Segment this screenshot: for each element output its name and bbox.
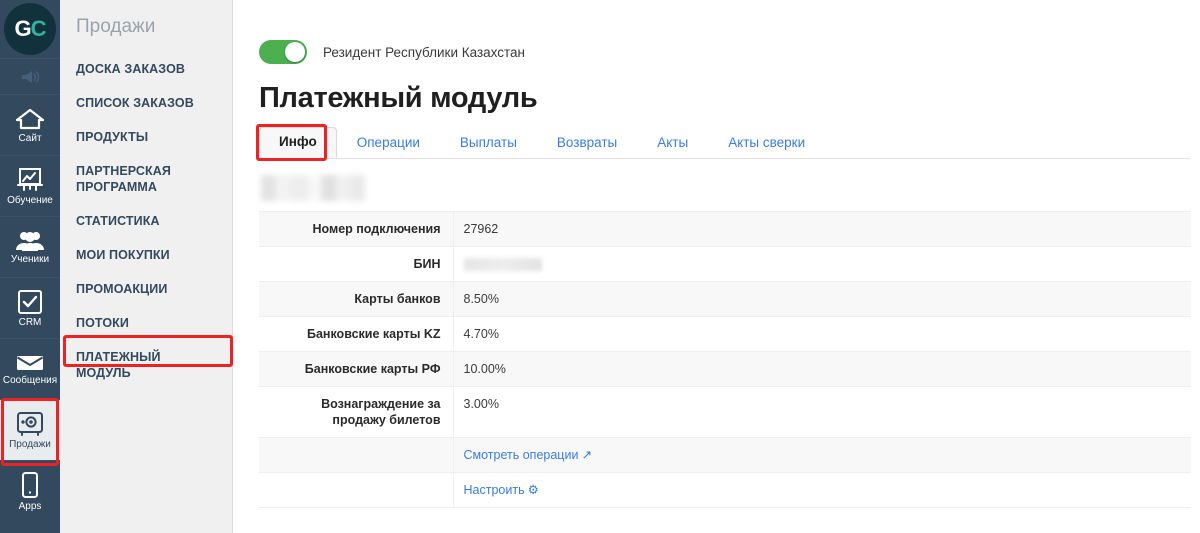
table-row: Карты банков 8.50% [259,281,1191,317]
resident-toggle[interactable] [259,40,307,64]
rail-item-students[interactable]: Ученики [0,216,60,277]
megaphone-icon [19,69,41,85]
table-row: Банковские карты РФ 10.00% [259,351,1191,387]
row-key: Вознаграждение за продажу билетов [259,386,454,438]
logo-letter-c: C [30,16,47,41]
envelope-icon [15,353,45,373]
rail-label-sales: Продажи [9,438,51,450]
row-key-empty [259,437,454,473]
checkbox-icon [17,289,43,315]
view-operations-link[interactable]: Смотреть операции ↗︎ [464,448,592,462]
row-key-empty [259,472,454,508]
rail-item-crm[interactable]: CRM [0,277,60,338]
resident-toggle-label: Резидент Республики Казахстан [323,44,526,60]
sidebar-item-statistics[interactable]: СТАТИСТИКА [60,204,232,238]
table-row: Номер подключения 27962 [259,211,1191,247]
sidebar-item-order-list[interactable]: СПИСОК ЗАКАЗОВ [60,86,232,120]
primary-icon-rail: GC Сайт Обучение Ученики CRM Сообщения П… [0,0,60,533]
rail-item-sales[interactable]: Продажи [0,399,60,460]
rail-label-apps: Apps [18,500,42,512]
home-icon [15,107,45,131]
sidebar-item-order-board[interactable]: ДОСКА ЗАКАЗОВ [60,52,232,86]
secondary-sidebar: Продажи ДОСКА ЗАКАЗОВ СПИСОК ЗАКАЗОВ ПРО… [60,0,233,533]
payment-info-table: Номер подключения 27962 БИН Карты банков… [259,211,1191,508]
sidebar-item-partner-program[interactable]: ПАРТНЕРСКАЯ ПРОГРАММА [60,154,232,204]
view-operations-label: Смотреть операции [463,448,579,462]
sidebar-item-my-purchases[interactable]: МОИ ПОКУПКИ [60,238,232,272]
table-row: БИН [259,246,1191,282]
row-value: 3.00% [463,397,499,411]
sidebar-item-flows[interactable]: ПОТОКИ [60,306,232,340]
row-value: 27962 [463,222,499,236]
logo-letter-g: G [14,16,31,41]
tab-refunds[interactable]: Возвраты [537,128,637,158]
row-key: Номер подключения [259,211,454,247]
rail-item-apps[interactable]: Apps [0,460,60,521]
tab-payouts[interactable]: Выплаты [440,128,537,158]
rail-item-site[interactable]: Сайт [0,94,60,155]
app-root: GC Сайт Обучение Ученики CRM Сообщения П… [0,0,1200,533]
rail-item-training[interactable]: Обучение [0,155,60,216]
row-value: 4.70% [463,327,499,341]
sidebar-item-products[interactable]: ПРОДУКТЫ [60,120,232,154]
users-icon [14,230,46,252]
rail-label-site: Сайт [18,132,42,144]
logo-circle: GC [4,3,56,55]
row-value: 8.50% [463,292,499,306]
rail-label-messages: Сообщения [2,374,58,386]
gear-icon: ⚙︎ [527,483,539,497]
row-key: Карты банков [259,281,454,317]
table-row: Вознаграждение за продажу билетов 3.00% [259,386,1191,438]
rail-item-messages[interactable]: Сообщения [0,338,60,399]
chart-board-icon [16,167,44,193]
rail-label-training: Обучение [7,194,53,206]
configure-link[interactable]: Настроить ⚙︎ [464,483,539,497]
sidebar-item-promo[interactable]: ПРОМОАКЦИИ [60,272,232,306]
rail-label-students: Ученики [10,253,50,265]
sidebar-item-payment-module[interactable]: ПЛАТЕЖНЫЙ МОДУЛЬ [60,340,232,390]
tab-acts[interactable]: Акты [637,128,708,158]
redacted-value [463,258,542,272]
safe-icon [16,411,44,437]
page-title: Платежный модуль [259,82,538,114]
resident-toggle-row: Резидент Республики Казахстан [259,40,1190,64]
gc-logo[interactable]: GC [0,0,60,58]
configure-label: Настроить [463,483,525,497]
row-key: Банковские карты KZ [259,316,454,352]
row-key: БИН [259,246,454,282]
rail-label-crm: CRM [18,316,42,328]
table-row-link: Настроить ⚙︎ [259,472,1191,508]
tab-operations[interactable]: Операции [337,128,440,158]
redacted-merchant-logo [261,175,365,201]
table-row: Банковские карты KZ 4.70% [259,316,1191,352]
table-row-link: Смотреть операции ↗︎ [259,437,1191,473]
sidebar-section-title: Продажи [76,16,156,37]
tab-bar: Инфо Операции Выплаты Возвраты Акты Акты… [256,124,1190,161]
row-value-redacted [453,247,1191,282]
row-key: Банковские карты РФ [259,351,454,387]
external-link-icon: ↗︎ [581,448,592,462]
phone-icon [20,471,40,499]
toggle-knob [285,42,305,62]
rail-item-announcements[interactable] [0,58,60,94]
tab-reconciliation-acts[interactable]: Акты сверки [708,128,825,158]
row-value: 10.00% [463,362,506,376]
tab-info[interactable]: Инфо [259,127,337,158]
main-content: Резидент Республики Казахстан Платежный … [233,0,1200,533]
